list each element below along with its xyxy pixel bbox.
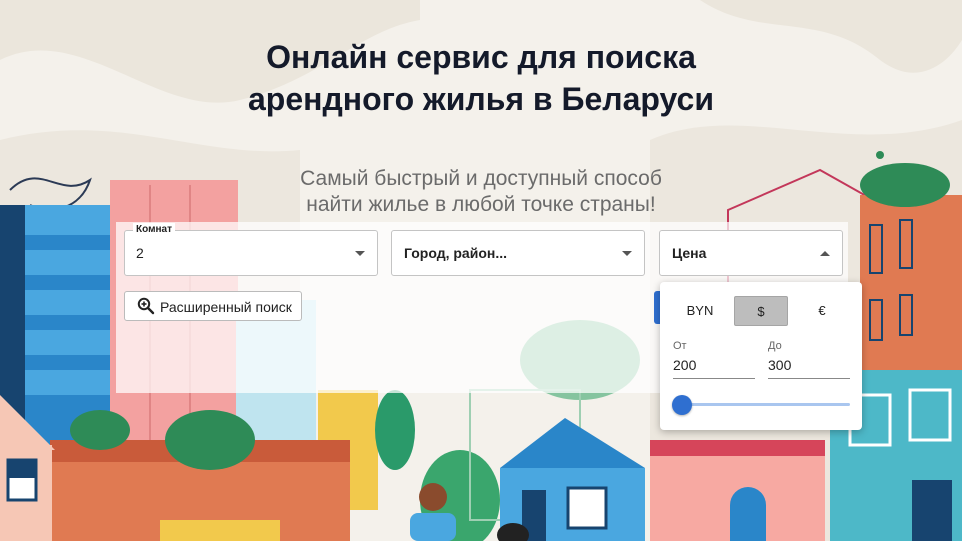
city-select[interactable]: Город, район... (391, 230, 645, 276)
page-subtitle: Самый быстрый и доступный способ найти ж… (0, 166, 962, 218)
city-placeholder: Город, район... (404, 245, 507, 261)
price-to-label: До (768, 340, 782, 352)
chevron-down-icon (622, 251, 632, 256)
currency-eur[interactable]: € (795, 296, 849, 326)
chevron-down-icon (355, 251, 365, 256)
price-from-input[interactable]: 200 (673, 354, 755, 379)
rooms-select[interactable]: Комнат 2 (124, 223, 378, 276)
currency-byn[interactable]: BYN (673, 296, 727, 326)
price-slider-thumb[interactable] (672, 395, 692, 415)
page-title: Онлайн сервис для поиска арендного жилья… (0, 36, 962, 120)
advanced-search-button[interactable]: Расширенный поиск (124, 291, 302, 321)
subtitle-line-2: найти жилье в любой точке страны! (306, 193, 656, 216)
rooms-label: Комнат (133, 223, 175, 237)
rooms-value: 2 (136, 245, 144, 261)
price-popup: BYN $ € От 200 До 300 (660, 282, 862, 430)
zoom-in-icon (137, 297, 155, 315)
price-label: Цена (672, 245, 707, 261)
advanced-search-label: Расширенный поиск (160, 299, 292, 315)
currency-usd[interactable]: $ (734, 296, 788, 326)
chevron-up-icon (820, 251, 830, 256)
price-to-input[interactable]: 300 (768, 354, 850, 379)
subtitle-line-1: Самый быстрый и доступный способ (300, 167, 662, 190)
price-select[interactable]: Цена (659, 230, 843, 276)
title-line-1: Онлайн сервис для поиска (266, 39, 696, 75)
title-line-2: арендного жилья в Беларуси (248, 81, 714, 117)
price-slider-track[interactable] (680, 403, 850, 406)
price-from-label: От (673, 340, 687, 352)
